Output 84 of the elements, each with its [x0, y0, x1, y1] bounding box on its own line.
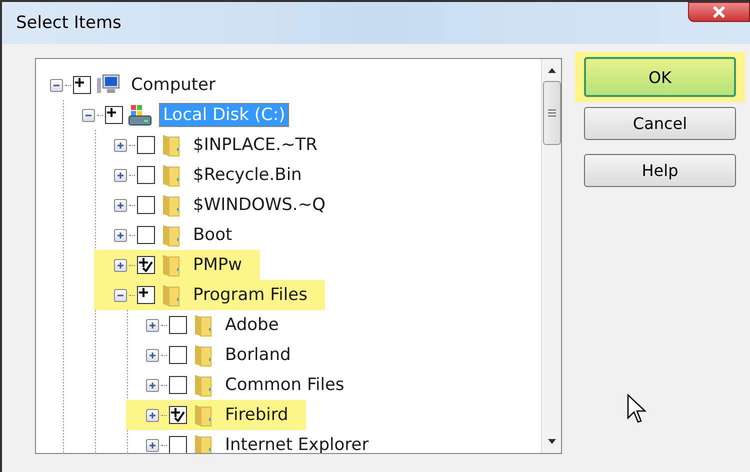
folder-icon — [160, 193, 182, 217]
tree-item[interactable]: Boot — [114, 220, 250, 250]
computer-icon — [96, 74, 120, 96]
tree-item-label: Firebird — [224, 404, 290, 427]
folder-icon — [160, 133, 182, 157]
checkbox[interactable] — [137, 136, 155, 154]
plus-icon — [147, 410, 158, 420]
expander-toggle[interactable] — [114, 198, 127, 212]
tree-item[interactable]: PMPw — [94, 250, 260, 280]
expander-toggle[interactable] — [146, 378, 159, 392]
expander-toggle[interactable] — [50, 78, 63, 92]
plus-icon — [147, 440, 158, 450]
plus-icon — [147, 320, 158, 330]
checkbox[interactable] — [73, 76, 91, 94]
tree-item[interactable]: Adobe — [146, 310, 297, 340]
expander-toggle[interactable] — [114, 168, 127, 182]
expander-toggle[interactable] — [114, 138, 127, 152]
folder-icon — [192, 403, 214, 427]
tree-item-label: Adobe — [224, 314, 280, 337]
folder-icon — [192, 313, 214, 337]
close-icon — [711, 6, 727, 18]
checkbox[interactable] — [137, 286, 155, 304]
plus-icon — [115, 140, 126, 150]
tree-item-label: Borland — [224, 344, 292, 367]
mouse-cursor-icon — [627, 394, 647, 424]
plus-icon — [115, 200, 126, 210]
tree-item-label: Boot — [192, 224, 234, 247]
scroll-down-icon[interactable] — [546, 439, 556, 445]
checkbox[interactable] — [137, 256, 155, 274]
checkbox[interactable] — [169, 376, 187, 394]
expander-toggle[interactable] — [114, 288, 127, 302]
tree-item-label: $INPLACE.~TR — [192, 134, 318, 157]
scrollbar-thumb[interactable] — [542, 81, 560, 145]
expander-toggle[interactable] — [146, 408, 159, 422]
checkbox[interactable] — [169, 406, 187, 424]
tree-item[interactable]: $INPLACE.~TR — [114, 130, 336, 160]
checkbox[interactable] — [169, 436, 187, 453]
folder-icon — [160, 283, 182, 307]
expander-toggle[interactable] — [114, 228, 127, 242]
folder-icon — [160, 163, 182, 187]
tree-item[interactable]: Common Files — [146, 370, 362, 400]
scrollbar[interactable] — [541, 59, 561, 453]
tree-item-label: $WINDOWS.~Q — [192, 194, 326, 217]
tree-item[interactable]: Computer — [50, 70, 234, 100]
folder-icon — [160, 253, 182, 277]
tree-item-label: Local Disk (C:) — [159, 103, 290, 127]
plus-icon — [115, 230, 126, 240]
tree-item-label: Common Files — [224, 374, 346, 397]
dialog-button[interactable]: Cancel — [584, 107, 736, 140]
expander-toggle[interactable] — [114, 258, 127, 272]
close-button[interactable] — [688, 2, 750, 22]
expander-toggle[interactable] — [82, 108, 95, 122]
checkbox[interactable] — [169, 346, 187, 364]
tree-item[interactable]: Firebird — [126, 400, 306, 430]
folder-icon — [160, 223, 182, 247]
expander-toggle[interactable] — [146, 348, 159, 362]
scroll-up-icon[interactable] — [546, 67, 556, 73]
window-title: Select Items — [16, 13, 122, 33]
plus-icon — [147, 380, 158, 390]
folder-icon — [192, 343, 214, 367]
checkbox[interactable] — [105, 106, 123, 124]
checkbox[interactable] — [137, 166, 155, 184]
tree-item-label: $Recycle.Bin — [192, 164, 303, 187]
tree-item[interactable]: Program Files — [94, 280, 326, 310]
folder-icon — [192, 433, 214, 453]
grip-icon — [548, 109, 556, 117]
plus-icon — [147, 350, 158, 360]
checkbox[interactable] — [169, 316, 187, 334]
dialog-button[interactable]: OK — [584, 57, 736, 97]
tree-item-label: Program Files — [192, 284, 308, 307]
expander-toggle[interactable] — [146, 438, 159, 452]
plus-icon — [115, 170, 126, 180]
tree-item[interactable]: $Recycle.Bin — [114, 160, 320, 190]
folder-icon — [192, 373, 214, 397]
dialog-button[interactable]: Help — [584, 154, 736, 187]
checkbox[interactable] — [137, 226, 155, 244]
expander-toggle[interactable] — [146, 318, 159, 332]
drive-icon — [128, 104, 152, 126]
tree-item[interactable]: Borland — [146, 340, 309, 370]
plus-icon — [115, 260, 126, 270]
tree-item[interactable]: $WINDOWS.~Q — [114, 190, 344, 220]
tree-item-label: Computer — [130, 74, 217, 97]
checkbox[interactable] — [137, 196, 155, 214]
tree-item-label: PMPw — [192, 254, 244, 277]
